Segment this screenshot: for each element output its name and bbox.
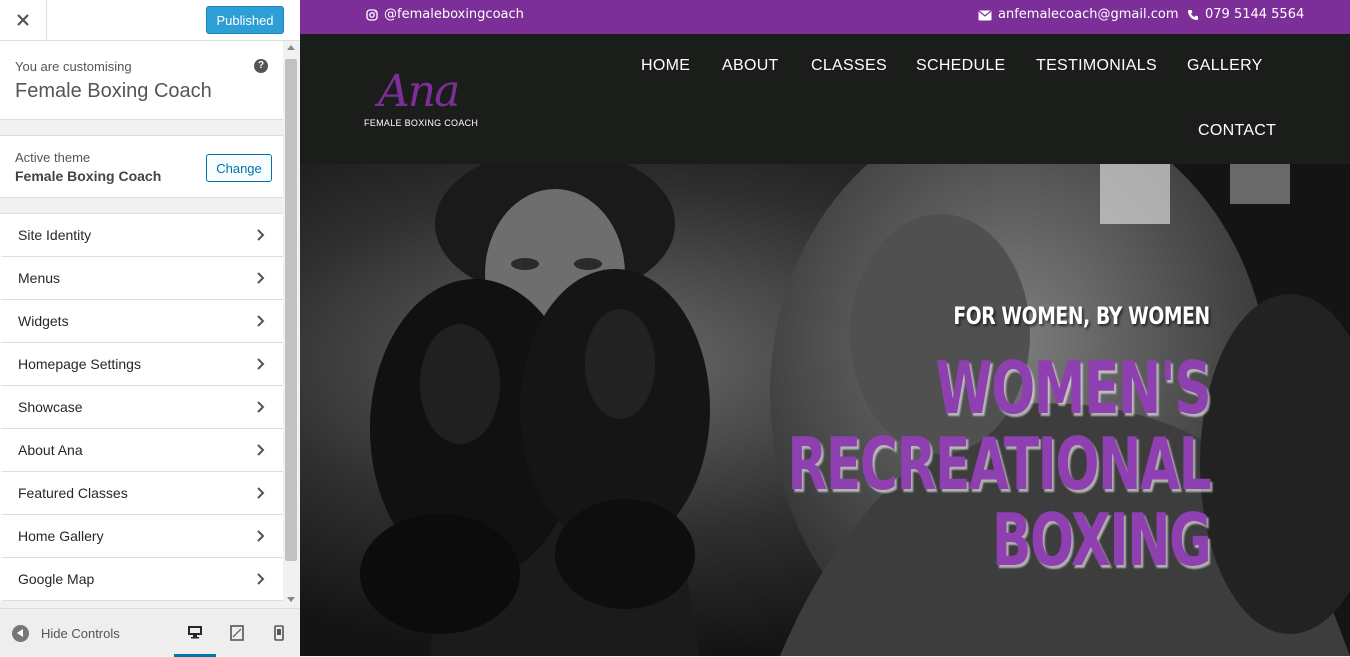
nav-testimonials[interactable]: TESTIMONIALS [1036, 57, 1157, 75]
chevron-right-icon [257, 530, 265, 542]
customizer-sections: Site Identity Menus Widgets Homepage Set… [0, 213, 283, 601]
hide-controls-button[interactable]: Hide Controls [12, 609, 120, 657]
hero-title-line: RECREATIONAL [787, 422, 1211, 506]
section-label: About Ana [18, 442, 83, 458]
scroll-up-arrow[interactable] [287, 45, 295, 50]
logo-subtitle: FEMALE BOXING COACH [364, 118, 479, 128]
desktop-icon [188, 625, 202, 638]
active-theme-section: Active theme Female Boxing Coach Change [0, 135, 283, 198]
section-label: Widgets [18, 313, 69, 329]
chevron-right-icon [257, 401, 265, 413]
section-label: Site Identity [18, 227, 92, 243]
scroll-down-arrow[interactable] [287, 597, 295, 602]
section-label: Showcase [18, 399, 83, 415]
nav-contact[interactable]: CONTACT [1198, 122, 1276, 140]
email-link[interactable]: anfemalecoach@gmail.com [978, 0, 1178, 30]
section-home-gallery[interactable]: Home Gallery [0, 515, 283, 558]
preview-mobile-button[interactable] [258, 609, 300, 657]
phone-number: 079 5144 5564 [1205, 7, 1305, 22]
section-widgets[interactable]: Widgets [0, 300, 283, 343]
site-header: Ana FEMALE BOXING COACH HOME ABOUT CLASS… [300, 34, 1350, 164]
change-theme-button[interactable]: Change [206, 154, 272, 182]
hide-controls-label: Hide Controls [41, 625, 120, 641]
publish-button[interactable]: Published [206, 6, 284, 34]
section-showcase[interactable]: Showcase [0, 386, 283, 429]
hero-title-line: BOXING [991, 498, 1212, 582]
site-preview: @femaleboxingcoach anfemalecoach@gmail.c… [300, 0, 1350, 656]
sidebar-scrollbar[interactable] [283, 41, 300, 608]
chevron-right-icon [257, 315, 265, 327]
chevron-right-icon [257, 358, 265, 370]
nav-gallery[interactable]: GALLERY [1187, 57, 1263, 75]
customizing-label: You are customising [15, 59, 132, 74]
section-label: Google Map [18, 571, 95, 587]
chevron-right-icon [257, 444, 265, 456]
email-address: anfemalecoach@gmail.com [998, 7, 1179, 22]
mobile-icon [274, 625, 284, 641]
chevron-right-icon [257, 487, 265, 499]
customizer-footer: Hide Controls [0, 608, 300, 657]
close-icon [17, 14, 29, 26]
nav-home[interactable]: HOME [641, 57, 690, 75]
hero-kicker: FOR WOMEN, BY WOMEN [953, 302, 1211, 330]
preview-tablet-button[interactable] [216, 609, 258, 657]
scroll-thumb[interactable] [285, 59, 297, 561]
envelope-icon [978, 10, 992, 20]
site-title: Female Boxing Coach [15, 80, 212, 102]
customizer-header: Published [0, 0, 300, 41]
instagram-icon [366, 9, 378, 21]
collapse-icon [12, 624, 29, 642]
section-homepage-settings[interactable]: Homepage Settings [0, 343, 283, 386]
instagram-handle: @femaleboxingcoach [384, 7, 524, 22]
hero-banner: FOR WOMEN, BY WOMEN WOMEN'S RECREATIONAL… [300, 164, 1350, 656]
chevron-right-icon [257, 229, 265, 241]
section-menus[interactable]: Menus [0, 257, 283, 300]
close-button[interactable] [0, 0, 47, 40]
help-icon[interactable]: ? [254, 59, 268, 73]
tablet-icon [230, 625, 244, 641]
section-site-identity[interactable]: Site Identity [0, 214, 283, 257]
customizer-panel: You are customising Female Boxing Coach … [0, 41, 283, 608]
instagram-link[interactable]: @femaleboxingcoach [366, 0, 524, 30]
section-label: Home Gallery [18, 528, 104, 544]
hero-title-line: WOMEN'S [935, 346, 1211, 430]
section-label: Menus [18, 270, 61, 286]
nav-schedule[interactable]: SCHEDULE [916, 57, 1006, 75]
contact-topbar: @femaleboxingcoach anfemalecoach@gmail.c… [300, 0, 1350, 34]
customizing-info: You are customising Female Boxing Coach … [0, 41, 283, 120]
nav-about[interactable]: ABOUT [722, 57, 779, 75]
preview-desktop-button[interactable] [174, 609, 216, 657]
nav-classes[interactable]: CLASSES [811, 57, 887, 75]
chevron-right-icon [257, 272, 265, 284]
phone-link[interactable]: 079 5144 5564 [1187, 0, 1304, 30]
section-label: Featured Classes [18, 485, 128, 501]
site-logo[interactable]: Ana FEMALE BOXING COACH [360, 66, 480, 132]
section-featured-classes[interactable]: Featured Classes [0, 472, 283, 515]
hero-title: WOMEN'S RECREATIONAL BOXING [787, 346, 1212, 582]
customizer-sidebar: Published You are customising Female Box… [0, 0, 300, 657]
phone-icon [1188, 10, 1198, 20]
section-label: Homepage Settings [18, 356, 141, 372]
section-about-ana[interactable]: About Ana [0, 429, 283, 472]
chevron-right-icon [257, 573, 265, 585]
logo-script: Ana [378, 66, 460, 117]
section-google-map[interactable]: Google Map [0, 558, 283, 601]
